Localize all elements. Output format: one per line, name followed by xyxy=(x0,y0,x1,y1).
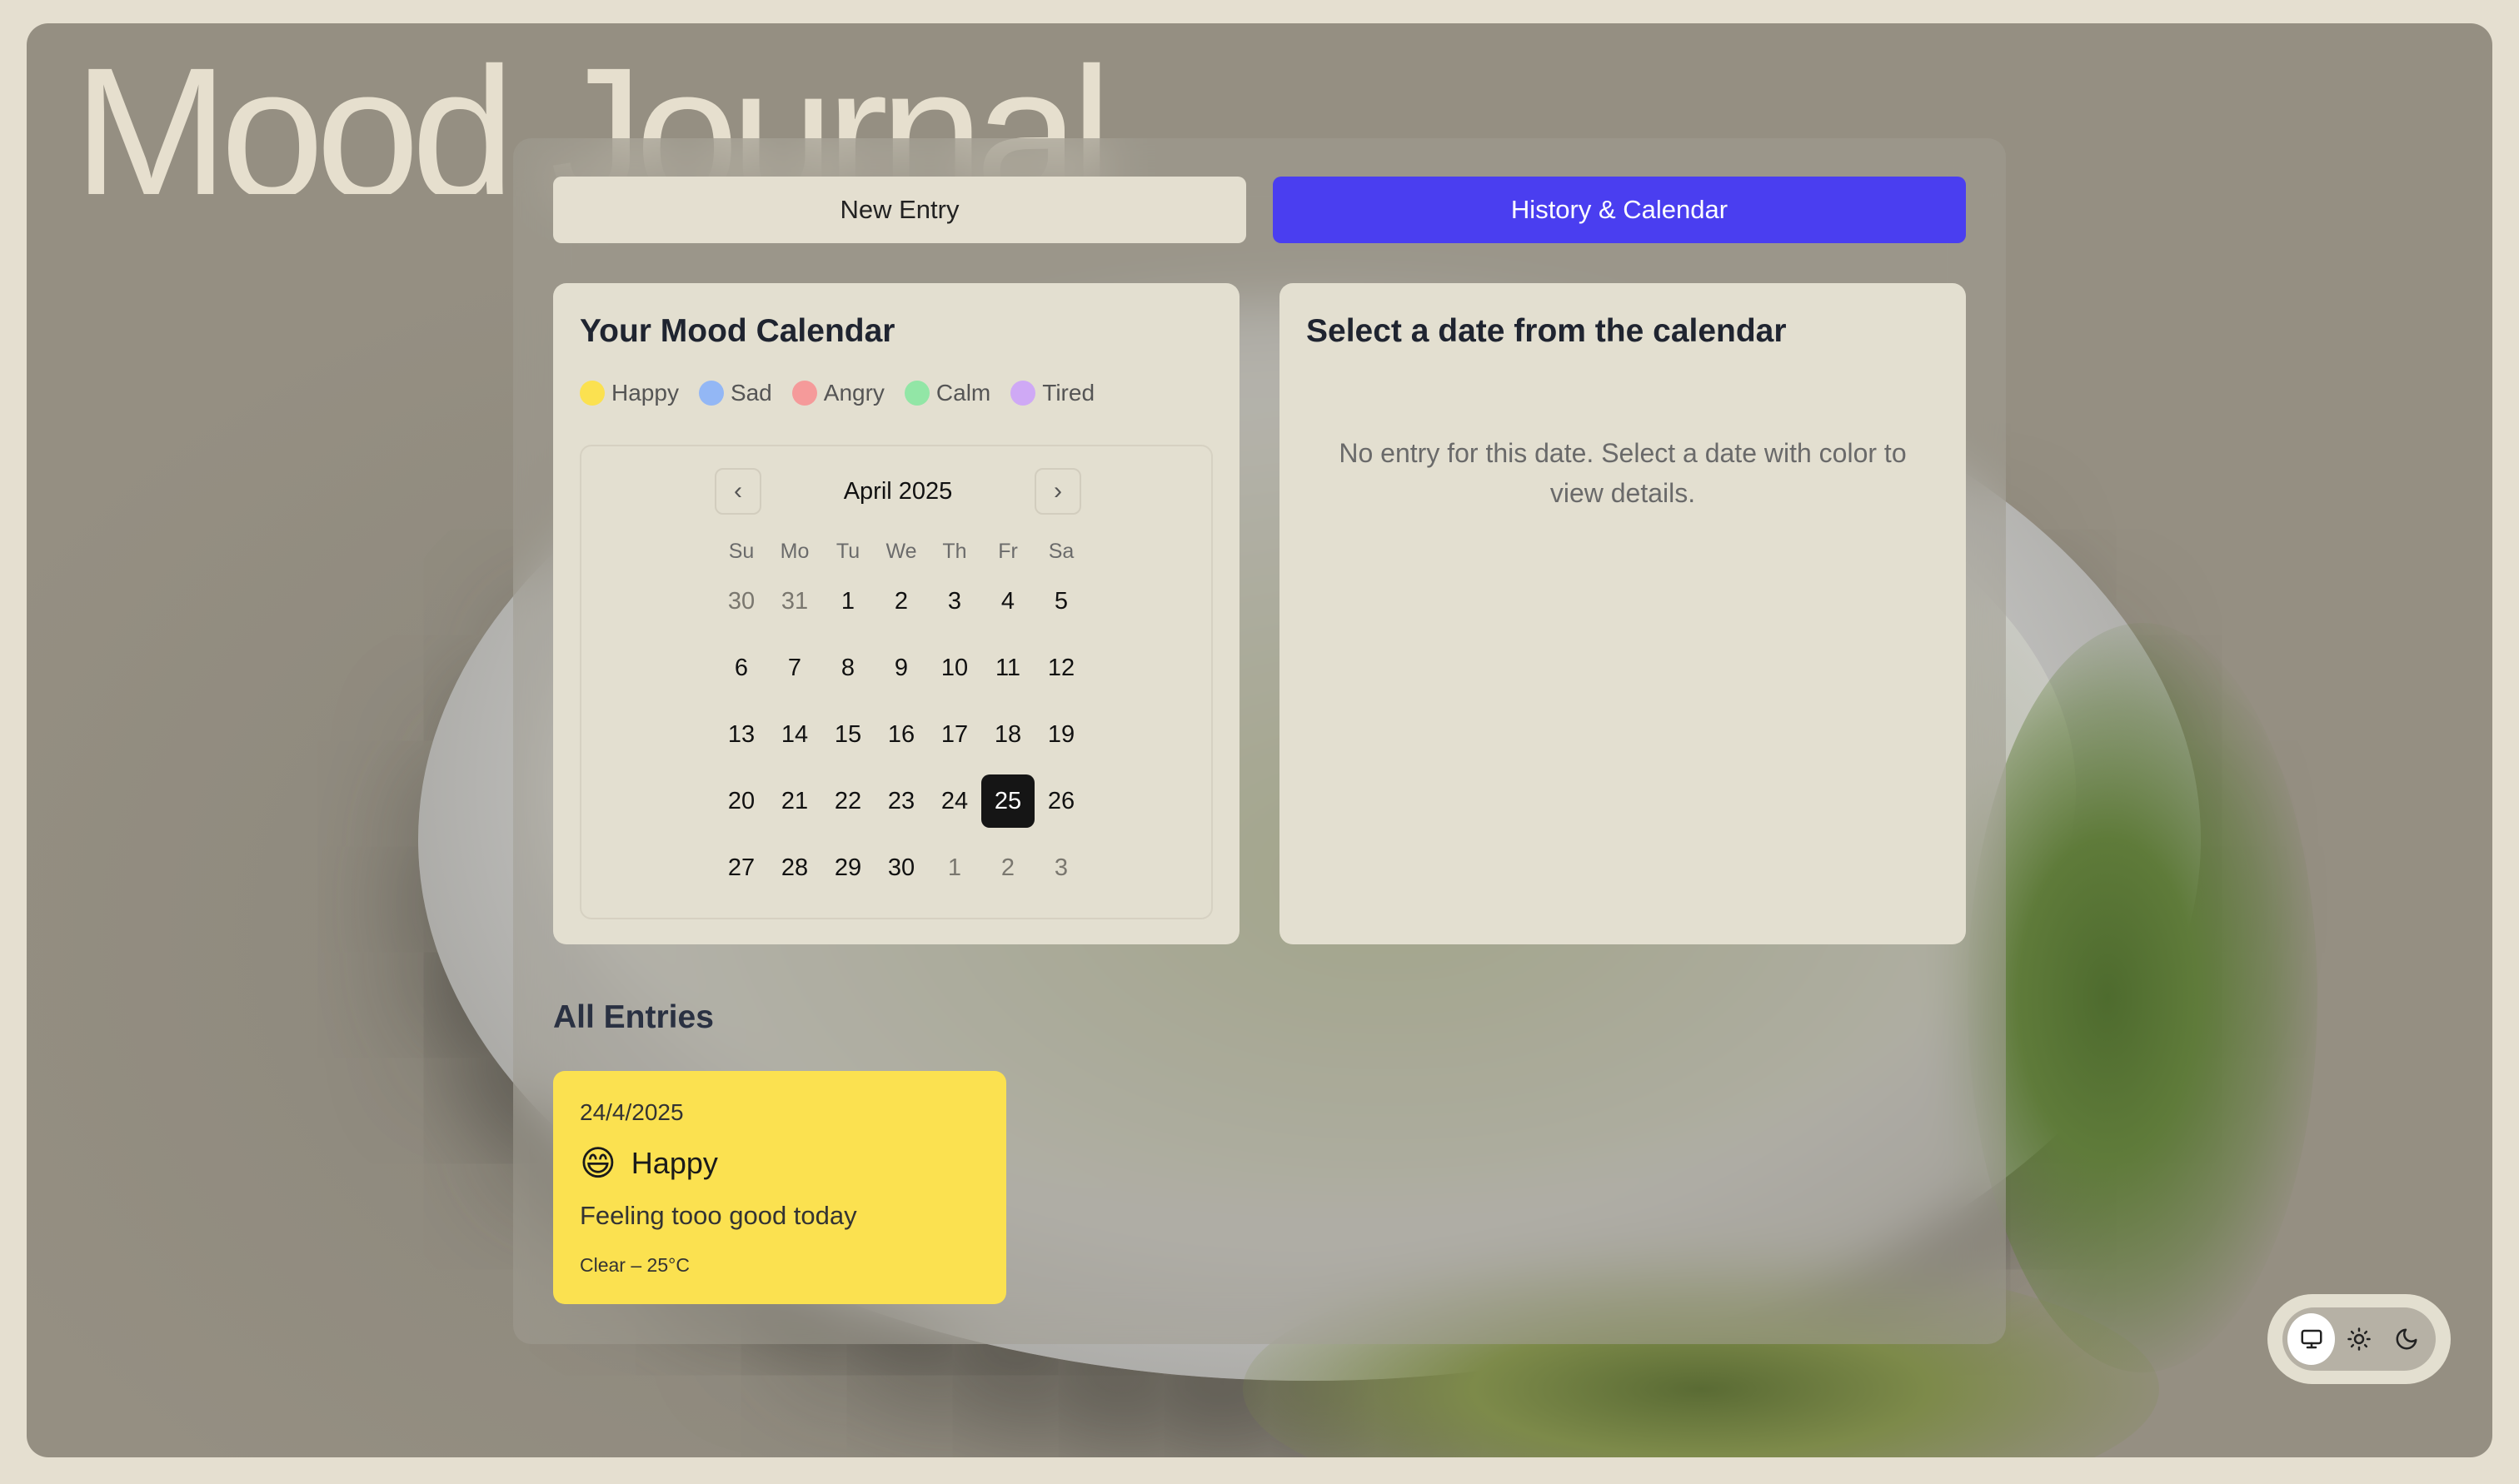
weekday-label: Tu xyxy=(836,540,860,563)
calendar-day[interactable]: 23 xyxy=(875,774,928,828)
sun-icon xyxy=(2347,1327,2371,1351)
calendar-day[interactable]: 10 xyxy=(928,641,981,695)
legend-dot xyxy=(580,381,605,406)
calendar-day[interactable]: 22 xyxy=(821,774,875,828)
calendar-day[interactable]: 27 xyxy=(715,841,768,894)
calendar-day[interactable]: 7 xyxy=(768,641,821,695)
mood-calendar-card: Your Mood Calendar Happy Sad Angry Calm … xyxy=(553,283,1240,944)
legend-dot xyxy=(791,381,817,406)
legend-label: Tired xyxy=(1042,380,1095,406)
legend-dot xyxy=(904,381,930,406)
calendar-day[interactable]: 1 xyxy=(821,575,875,628)
calendar-week-row: 27 28 29 30 1 2 3 xyxy=(715,834,1088,901)
chevron-right-icon: › xyxy=(1054,477,1062,505)
calendar-day-outside-month[interactable]: 3 xyxy=(1035,841,1088,894)
system-theme-button[interactable] xyxy=(2287,1313,2336,1365)
calendar-day[interactable]: 11 xyxy=(981,641,1035,695)
dark-theme-button[interactable] xyxy=(2383,1313,2431,1365)
calendar-week-row: 20 21 22 23 24 25 26 xyxy=(715,768,1088,834)
calendar-card-title: Your Mood Calendar xyxy=(580,313,895,349)
calendar-day-outside-month[interactable]: 31 xyxy=(768,575,821,628)
calendar-day[interactable]: 2 xyxy=(875,575,928,628)
tab-history-calendar[interactable]: History & Calendar xyxy=(1273,177,1966,243)
calendar-day[interactable]: 17 xyxy=(928,708,981,761)
calendar-day-selected[interactable]: 25 xyxy=(981,774,1035,828)
calendar-day[interactable]: 6 xyxy=(715,641,768,695)
mood-legend: Happy Sad Angry Calm Tired xyxy=(580,380,1095,406)
calendar-day[interactable]: 9 xyxy=(875,641,928,695)
legend-label: Angry xyxy=(823,380,885,406)
weekday-label: Mo xyxy=(780,540,810,563)
calendar-day[interactable]: 15 xyxy=(821,708,875,761)
light-theme-button[interactable] xyxy=(2335,1313,2382,1365)
calendar-day[interactable]: 5 xyxy=(1035,575,1088,628)
calendar-day[interactable]: 20 xyxy=(715,774,768,828)
empty-state-message: No entry for this date. Select a date wi… xyxy=(1339,438,1907,508)
next-month-button[interactable]: › xyxy=(1035,468,1081,515)
tab-bar: New Entry History & Calendar xyxy=(553,177,1966,243)
weekday-label: Sa xyxy=(1048,540,1075,563)
calendar-day[interactable]: 21 xyxy=(768,774,821,828)
calendar-day[interactable]: 28 xyxy=(768,841,821,894)
entry-mood-label: Happy xyxy=(631,1145,718,1180)
calendar-day[interactable]: 26 xyxy=(1035,774,1088,828)
calendar-widget: ‹ April 2025 › Su Mo Tu We Th Fr Sa 30 3… xyxy=(580,445,1213,919)
entry-note: Feeling tooo good today xyxy=(580,1201,857,1230)
legend-dot xyxy=(1010,381,1036,406)
moon-icon xyxy=(2396,1328,2417,1350)
legend-item-tired: Tired xyxy=(1010,380,1095,406)
main-panel: New Entry History & Calendar Your Mood C… xyxy=(513,138,2006,1344)
legend-label: Sad xyxy=(730,380,772,406)
legend-label: Calm xyxy=(935,380,991,406)
monitor-icon xyxy=(2301,1329,2322,1349)
mood-emoji-icon: 😄 xyxy=(580,1143,616,1183)
calendar-day[interactable]: 18 xyxy=(981,708,1035,761)
calendar-header: ‹ April 2025 › xyxy=(715,468,1081,515)
legend-label: Happy xyxy=(611,380,679,406)
calendar-day[interactable]: 4 xyxy=(981,575,1035,628)
chevron-left-icon: ‹ xyxy=(734,477,742,505)
tab-new-entry[interactable]: New Entry xyxy=(553,177,1246,243)
entry-weather: Clear – 25°C xyxy=(580,1254,690,1276)
calendar-month-label: April 2025 xyxy=(843,477,953,505)
previous-month-button[interactable]: ‹ xyxy=(715,468,761,515)
calendar-week-row: 30 31 1 2 3 4 5 xyxy=(715,568,1088,635)
weekday-label: Th xyxy=(942,540,967,563)
legend-item-happy: Happy xyxy=(580,380,679,406)
calendar-day[interactable]: 16 xyxy=(875,708,928,761)
all-entries-heading: All Entries xyxy=(553,999,714,1035)
calendar-day[interactable]: 12 xyxy=(1035,641,1088,695)
weekday-label: We xyxy=(885,540,917,563)
calendar-day[interactable]: 19 xyxy=(1035,708,1088,761)
entry-detail-card: Select a date from the calendar No entry… xyxy=(1279,283,1966,944)
calendar-day[interactable]: 13 xyxy=(715,708,768,761)
calendar-day[interactable]: 14 xyxy=(768,708,821,761)
entry-mood: 😄 Happy xyxy=(580,1143,718,1183)
calendar-day[interactable]: 3 xyxy=(928,575,981,628)
legend-item-angry: Angry xyxy=(791,380,885,406)
calendar-grid: Su Mo Tu We Th Fr Sa 30 31 1 2 3 4 5 6 7… xyxy=(715,535,1088,901)
legend-item-sad: Sad xyxy=(698,380,772,406)
calendar-day[interactable]: 24 xyxy=(928,774,981,828)
entry-date: 24/4/2025 xyxy=(580,1099,684,1125)
weekday-label: Fr xyxy=(998,540,1018,563)
weekday-header-row: Su Mo Tu We Th Fr Sa xyxy=(715,535,1088,568)
calendar-day[interactable]: 29 xyxy=(821,841,875,894)
detail-card-title: Select a date from the calendar xyxy=(1306,313,1787,349)
entry-card[interactable]: 24/4/2025 😄 Happy Feeling tooo good toda… xyxy=(553,1071,1006,1304)
calendar-day[interactable]: 8 xyxy=(821,641,875,695)
calendar-day-outside-month[interactable]: 30 xyxy=(715,575,768,628)
calendar-day[interactable]: 30 xyxy=(875,841,928,894)
theme-switcher-track xyxy=(2282,1307,2436,1371)
calendar-day-outside-month[interactable]: 2 xyxy=(981,841,1035,894)
calendar-week-row: 13 14 15 16 17 18 19 xyxy=(715,701,1088,768)
legend-item-calm: Calm xyxy=(904,380,991,406)
background-plant xyxy=(1968,623,2317,1372)
calendar-day-outside-month[interactable]: 1 xyxy=(928,841,981,894)
theme-switcher xyxy=(2267,1294,2451,1384)
calendar-week-row: 6 7 8 9 10 11 12 xyxy=(715,635,1088,701)
legend-dot xyxy=(698,381,724,406)
weekday-label: Su xyxy=(728,540,755,563)
